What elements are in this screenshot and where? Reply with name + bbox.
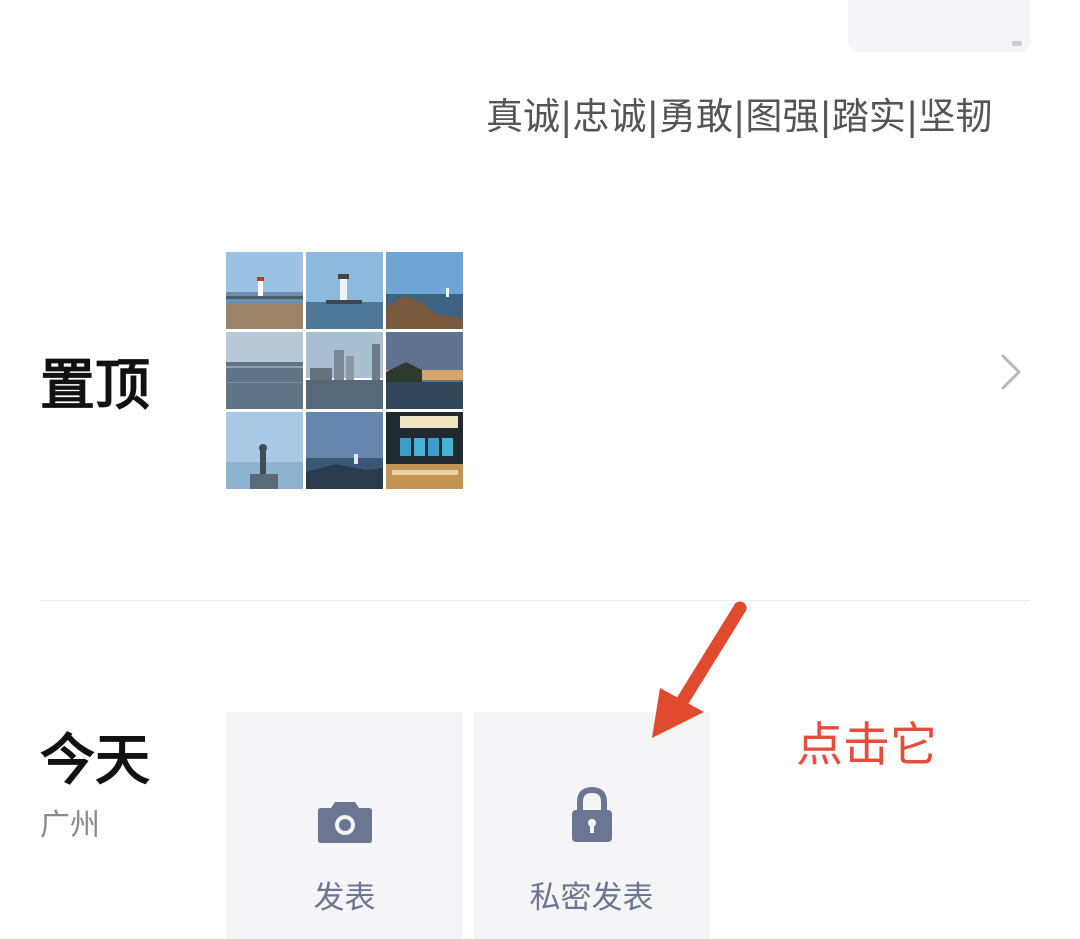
photo-rocky-coast [386,252,463,329]
annotation-arrow [640,600,760,750]
post-button[interactable]: 发表 [226,712,463,939]
pinned-photo-grid[interactable] [226,252,463,489]
photo-coastal-dusk [306,412,383,489]
section-divider [40,600,1030,601]
camera-icon [317,774,373,844]
private-post-button-label: 私密发表 [529,880,654,916]
photo-sunset-bay [386,332,463,409]
profile-signature: 真诚|忠诚|勇敢|图强|踏实|坚韧 [486,95,993,138]
post-button-label: 发表 [313,880,376,916]
location-label: 广州 [40,808,100,843]
photo-sea-horizon [226,332,303,409]
photo-lighthouse-pier [306,252,383,329]
photo-statue-sea [226,412,303,489]
avatar-corner-mark [1012,41,1022,46]
lock-icon [570,774,614,844]
annotation-hint: 点击它 [796,718,937,773]
photo-city-skyline [306,332,383,409]
profile-avatar-card[interactable] [848,0,1030,52]
photo-shop-interior [386,412,463,489]
today-section-label: 今天 [40,728,151,792]
photo-lighthouse-beach [226,252,303,329]
chevron-right-icon[interactable] [995,350,1025,394]
pinned-section-label: 置顶 [40,353,151,417]
